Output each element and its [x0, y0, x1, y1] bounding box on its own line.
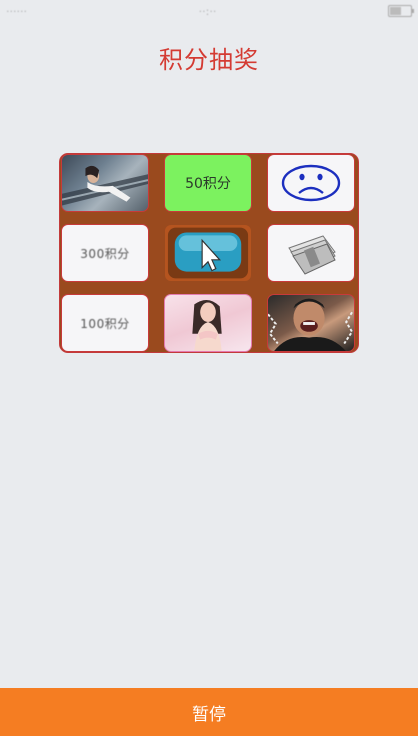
- prize-cell-photo-woman-train: [61, 154, 149, 212]
- prize-cell-300-points: 300积分: [61, 224, 149, 282]
- prize-cell-money: [267, 224, 355, 282]
- tv-play-button-icon: [167, 227, 249, 279]
- money-stack-icon: [288, 235, 336, 275]
- prize-cell-50-points: 50积分: [164, 154, 252, 212]
- page-title: 积分抽奖: [159, 46, 259, 74]
- pause-button[interactable]: 暂停: [0, 688, 418, 736]
- prize-cell-100-points: 100积分: [61, 294, 149, 352]
- prize-label: 100积分: [80, 316, 130, 331]
- draw-start-button[interactable]: [164, 224, 252, 282]
- prize-label: 300积分: [80, 246, 130, 261]
- pause-button-label: 暂停: [192, 704, 226, 725]
- photo-woman-train-icon: [62, 165, 148, 206]
- prize-grid: 50积分 300积分 100积分: [59, 153, 359, 353]
- photo-woman-pink-icon: [192, 299, 222, 351]
- sad-face-icon: [281, 164, 341, 202]
- clock-text: ··:··: [198, 4, 217, 18]
- carrier-text: ······: [6, 4, 27, 18]
- prize-cell-photo-laughing-man: [267, 294, 355, 352]
- prize-cell-sad-face: [267, 154, 355, 212]
- prize-label: 50积分: [185, 176, 231, 192]
- battery-icon: [388, 5, 414, 17]
- photo-laughing-man-icon: [268, 298, 354, 351]
- prize-cell-photo-woman-pink: [164, 294, 252, 352]
- status-bar: ······ ··:··: [0, 0, 418, 22]
